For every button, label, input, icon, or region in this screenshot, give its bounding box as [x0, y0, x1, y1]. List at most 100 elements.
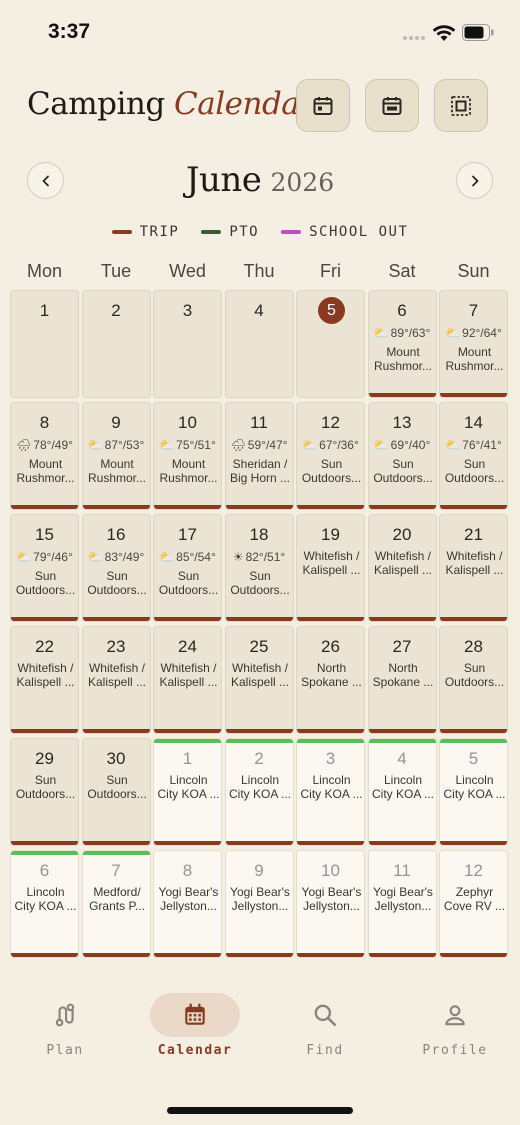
- calendar-day-cell[interactable]: 20 Whitefish / Kalispell ...: [367, 514, 437, 622]
- location-line: Outdoors...: [87, 583, 147, 597]
- calendar-day-cell[interactable]: 12 ⛅ 67°/36° Sun Outdoors...: [296, 402, 365, 510]
- calendar-day-cell[interactable]: 3 Lincoln City KOA ...: [296, 738, 365, 846]
- next-month-button[interactable]: [456, 162, 493, 199]
- weekday-header: Mon Tue Wed Thu Fri Sat Sun: [10, 261, 510, 283]
- day-number: 25: [249, 637, 269, 656]
- calendar-day-cell[interactable]: 4 Lincoln City KOA ...: [367, 738, 437, 846]
- trip-bar: [368, 505, 436, 509]
- calendar-day-cell[interactable]: 14 ⛅ 76°/41° Sun Outdoors...: [439, 402, 508, 510]
- calendar-day-cell[interactable]: 30 Sun Outdoors...: [81, 738, 151, 846]
- tab-label: Profile: [422, 1043, 488, 1058]
- tab-calendar[interactable]: Calendar: [140, 985, 250, 1065]
- day-location: Lincoln City KOA ...: [442, 773, 507, 801]
- calendar-day-cell[interactable]: 28 Sun Outdoors...: [439, 626, 508, 734]
- location-line: Rushmor...: [373, 359, 433, 373]
- calendar-day-cell[interactable]: 9 Yogi Bear's Jellyston...: [224, 850, 294, 958]
- calendar-day-cell[interactable]: 8 Yogi Bear's Jellyston...: [153, 850, 222, 958]
- location-line: Sun: [106, 773, 128, 787]
- route-icon: [55, 1003, 75, 1027]
- location-line: Lincoln: [169, 773, 208, 787]
- calendar-day-cell[interactable]: 17 ⛅ 85°/54° Sun Outdoors...: [153, 514, 222, 622]
- calendar-day-cell[interactable]: 10 Yogi Bear's Jellyston...: [296, 850, 365, 958]
- day-number: 5: [468, 749, 479, 768]
- calendar-day-cell[interactable]: 9 ⛅ 87°/53° Mount Rushmor...: [81, 402, 151, 510]
- location-line: Outdoors...: [373, 471, 433, 485]
- calendar-day-cell[interactable]: 18 ☀ 82°/51° Sun Outdoors...: [224, 514, 294, 622]
- location-line: Yogi Bear's: [230, 885, 290, 899]
- calendar-day-view-button[interactable]: [296, 79, 350, 132]
- legend: TRIP PTO SCHOOL OUT: [0, 224, 520, 240]
- calendar-day-cell[interactable]: 15 ⛅ 79°/46° Sun Outdoors...: [10, 514, 79, 622]
- trip-bar: [82, 953, 150, 957]
- calendar-month-view-button[interactable]: [365, 79, 419, 132]
- location-line: City KOA ...: [157, 787, 220, 801]
- calendar-day-cell[interactable]: 23 Whitefish / Kalispell ...: [81, 626, 151, 734]
- trip-bar: [154, 617, 221, 621]
- day-number: 15: [35, 525, 54, 544]
- day-location: Mount Rushmor...: [85, 457, 150, 485]
- calendar-day-cell[interactable]: 1 Lincoln City KOA ...: [153, 738, 222, 846]
- location-line: Jellyston...: [374, 899, 432, 913]
- location-line: Sun: [392, 457, 414, 471]
- calendar-day-cell[interactable]: 10 ⛅ 75°/51° Mount Rushmor...: [153, 402, 222, 510]
- calendar-day-cell[interactable]: 22 Whitefish / Kalispell ...: [10, 626, 79, 734]
- location-line: Sun: [177, 569, 200, 583]
- tab-find[interactable]: Find: [270, 985, 380, 1065]
- tab-profile[interactable]: Profile: [400, 985, 510, 1065]
- day-number: 9: [111, 413, 121, 432]
- trip-bar: [297, 505, 364, 509]
- calendar-day-cell[interactable]: 7 ⛅ 92°/64° Mount Rushmor...: [439, 290, 508, 398]
- location-line: Whitefish /: [446, 549, 503, 563]
- location-line: City KOA ...: [300, 787, 363, 801]
- calendar-day-cell[interactable]: 21 Whitefish / Kalispell ...: [439, 514, 508, 622]
- location-line: Whitefish /: [17, 661, 74, 675]
- location-line: Mount: [100, 457, 134, 471]
- day-number: 3: [325, 749, 336, 768]
- location-line: Spokane ...: [372, 675, 434, 689]
- calendar-day-cell[interactable]: 19 Whitefish / Kalispell ...: [296, 514, 365, 622]
- day-location: Whitefish / Kalispell ...: [85, 661, 150, 689]
- calendar-day-cell[interactable]: 5 Lincoln City KOA ...: [439, 738, 508, 846]
- day-number: 28: [464, 637, 483, 656]
- calendar-day-cell[interactable]: 3: [153, 290, 222, 398]
- calendar-day-cell[interactable]: 7 Medford/Grants P...: [81, 850, 151, 958]
- calendar-day-cell[interactable]: 8 🌧 78°/49° Mount Rushmor...: [10, 402, 79, 510]
- calendar-day-cell[interactable]: 26 North Spokane ...: [296, 626, 365, 734]
- calendar-day-cell[interactable]: 11 🌧 59°/47° Sheridan / Big Horn ...: [224, 402, 294, 510]
- day-weather: ☀ 82°/51°: [226, 550, 293, 564]
- calendar-day-cell[interactable]: 25 Whitefish / Kalispell ...: [224, 626, 294, 734]
- status-bar: 3:37: [0, 0, 520, 64]
- calendar-day-cell[interactable]: 1: [10, 290, 79, 398]
- calendar-day-cell[interactable]: 24 Whitefish / Kalispell ...: [153, 626, 222, 734]
- day-location: Sun Outdoors...: [228, 569, 293, 597]
- calendar-day-cell[interactable]: 2: [81, 290, 151, 398]
- calendar-day-cell[interactable]: 5: [296, 290, 365, 398]
- day-number: 1: [182, 749, 193, 768]
- trip-bar: [11, 953, 78, 957]
- calendar-day-cell[interactable]: 12 Zephyr Cove RV ...: [439, 850, 508, 958]
- calendar-day-cell[interactable]: 27 North Spokane ...: [367, 626, 437, 734]
- trip-bar: [82, 841, 150, 845]
- select-dates-button[interactable]: [434, 79, 488, 132]
- calendar-day-cell[interactable]: 4: [224, 290, 294, 398]
- calendar-day-cell[interactable]: 6 ⛅ 89°/63° Mount Rushmor...: [367, 290, 437, 398]
- location-line: City KOA ...: [14, 899, 77, 913]
- calendar-day-cell[interactable]: 11 Yogi Bear's Jellyston...: [367, 850, 437, 958]
- day-location: Sun Outdoors...: [442, 661, 507, 689]
- location-line: Mount: [28, 457, 63, 471]
- cloud-sun-icon: ⛅: [373, 438, 389, 452]
- day-location: Yogi Bear's Jellyston...: [371, 885, 436, 913]
- calendar-day-cell[interactable]: 6 Lincoln City KOA ...: [10, 850, 79, 958]
- calendar-day-cell[interactable]: 13 ⛅ 69°/40° Sun Outdoors...: [367, 402, 437, 510]
- day-location: Sheridan / Big Horn ...: [228, 457, 293, 485]
- cloud-sun-icon: ⛅: [302, 438, 318, 452]
- calendar-day-cell[interactable]: 29 Sun Outdoors...: [10, 738, 79, 846]
- legend-item-trip: TRIP: [111, 224, 180, 240]
- location-line: Grants P...: [89, 899, 145, 913]
- pto-bar: [11, 851, 78, 855]
- tab-plan[interactable]: Plan: [10, 985, 120, 1065]
- calendar-day-cell[interactable]: 16 ⛅ 83°/49° Sun Outdoors...: [81, 514, 151, 622]
- day-location: Sun Outdoors...: [13, 569, 78, 597]
- calendar-day-cell[interactable]: 2 Lincoln City KOA ...: [224, 738, 294, 846]
- legend-item-school-out: SCHOOL OUT: [281, 224, 408, 240]
